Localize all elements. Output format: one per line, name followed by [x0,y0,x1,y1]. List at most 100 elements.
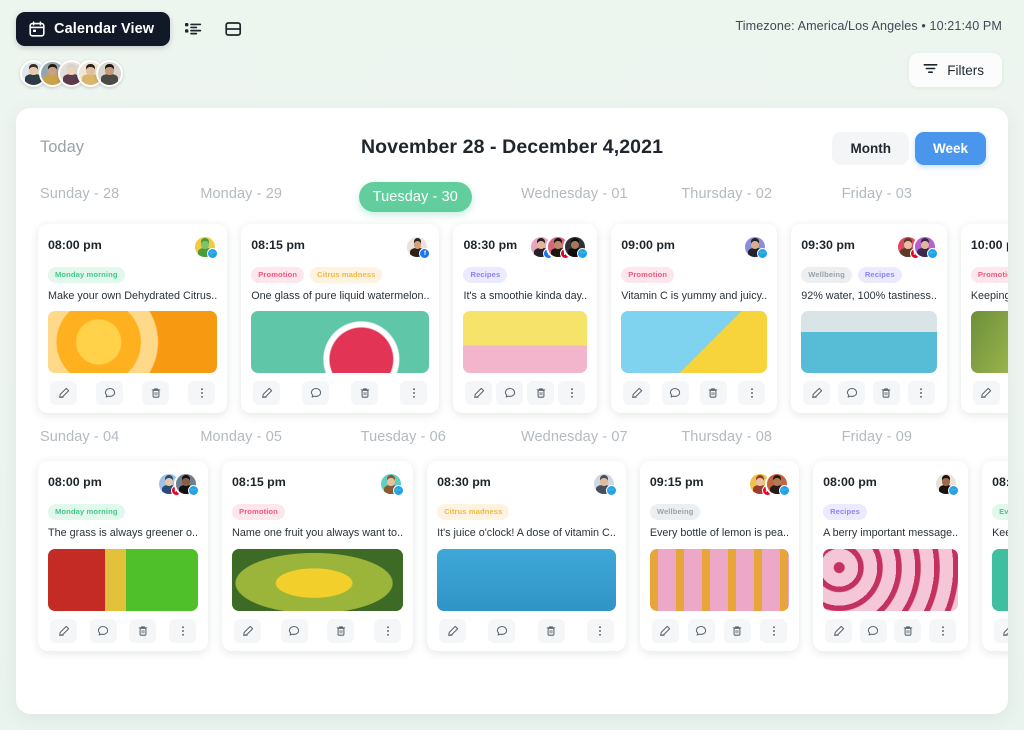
day-header[interactable]: Thursday - 02 [679,170,825,220]
edit-button[interactable] [623,381,651,406]
tag[interactable]: Wellbeing [649,504,701,521]
comment-button[interactable] [89,618,117,643]
post-card[interactable]: 08:15 pm f Promotion Citrus madness One glas… [241,224,440,414]
more-options-button[interactable] [929,618,957,643]
post-card[interactable]: 08:30 pm 🐦 Citrus madness It's juice o'cloc… [427,461,626,651]
tag[interactable]: Evergreen [992,504,1008,521]
social-account-avatars[interactable]: f [405,235,431,259]
delete-button[interactable] [129,618,157,643]
post-card[interactable]: 08:00 pm P 🐦 Monday morning The grass is alw… [38,461,209,651]
tag[interactable]: Monday morning [48,267,125,283]
day-header[interactable]: Sunday - 28 [38,170,184,220]
social-account-avatars[interactable]: f P 🐦 [529,235,589,259]
more-options-button[interactable] [738,381,766,406]
social-account-avatars[interactable]: 🐦 [193,235,219,259]
day-header[interactable]: Monday - 29 [198,170,344,220]
post-card[interactable]: 09:30 pm P 🐦 Wellbeing Recipes 92% water, 100… [791,224,947,414]
tag[interactable]: Citrus madness [310,267,383,283]
post-card[interactable]: 08:00 pm 🐦 Recipes A berry important messag… [813,461,969,651]
delete-button[interactable] [351,381,379,406]
post-card[interactable]: 08:30 pm f P 🐦 Recipes It's a smoothie kinda … [453,224,598,414]
profile-avatar[interactable]: 🐦 [563,235,589,259]
profile-avatar[interactable]: 🐦 [591,472,617,497]
comment-button[interactable] [96,381,124,406]
calendar-view-button[interactable]: Calendar View [16,12,171,46]
delete-button[interactable] [872,381,900,406]
profile-avatar[interactable]: 🐦 [743,235,769,259]
profile-avatar[interactable]: 🐦 [174,472,200,497]
social-account-avatars[interactable]: P 🐦 [748,472,791,497]
tag[interactable]: Citrus madness [437,504,510,521]
delete-button[interactable] [699,381,727,406]
edit-button[interactable] [465,381,493,406]
list-view-button[interactable] [176,13,210,45]
social-account-avatars[interactable]: 🐦 [743,235,769,259]
day-header[interactable]: Wednesday - 01 [519,170,665,220]
tag[interactable]: Recipes [463,267,508,283]
avatar[interactable] [96,60,123,87]
profile-avatar[interactable]: 🐦 [193,235,219,259]
delete-button[interactable] [527,381,555,406]
edit-button[interactable] [972,381,1000,406]
comment-button[interactable] [496,381,524,406]
more-options-button[interactable] [374,618,402,643]
edit-button[interactable] [234,618,262,643]
comment-button[interactable] [859,618,887,643]
edit-button[interactable] [50,381,77,406]
delete-button[interactable] [142,381,170,406]
post-card[interactable]: 08:15 pm 🐦 Promotion Name one fruit you alw… [222,461,414,651]
post-card[interactable]: 09:15 pm P 🐦 Wellbeing Every bottle of lemon… [639,461,800,651]
tag[interactable]: Wellbeing [801,267,852,283]
more-options-button[interactable] [907,381,935,406]
delete-button[interactable] [537,618,565,643]
tag[interactable]: Promotion [970,267,1008,283]
post-card[interactable]: 08:00 pm 🐦 Monday morning Make your own Deh… [38,224,228,414]
day-header[interactable]: Wednesday - 07 [519,413,665,457]
tag[interactable]: Recipes [857,267,902,283]
profile-avatar[interactable]: f [405,235,431,259]
board-view-button[interactable] [216,13,250,45]
more-options-button[interactable] [188,381,216,406]
edit-button[interactable] [651,618,679,643]
profile-avatar[interactable]: 🐦 [934,472,960,497]
social-account-avatars[interactable]: 🐦 [591,472,617,497]
social-account-avatars[interactable]: P 🐦 [895,235,938,259]
month-toggle-button[interactable]: Month [832,132,909,165]
comment-button[interactable] [280,618,308,643]
post-card[interactable]: 08:00 pm◉P🐦 EvergreenBranded Content Keepi… [982,461,1008,651]
social-account-avatars[interactable]: P 🐦 [157,472,200,497]
profile-avatar[interactable]: 🐦 [912,235,938,259]
edit-button[interactable] [803,381,831,406]
day-header[interactable]: Friday - 03 [840,170,986,220]
day-header[interactable]: Friday - 09 [840,413,986,457]
tag[interactable]: Promotion [251,267,305,283]
more-options-button[interactable] [586,618,614,643]
post-card[interactable]: 09:00 pm 🐦 Promotion Vitamin C is yummy and… [611,224,778,414]
tag[interactable]: Recipes [823,504,867,521]
comment-button[interactable] [687,618,715,643]
more-options-button[interactable] [558,381,586,406]
profile-avatar[interactable]: 🐦 [765,472,791,497]
edit-button[interactable] [825,618,853,643]
comment-button[interactable] [302,381,330,406]
social-account-avatars[interactable]: 🐦 [379,472,405,497]
profile-avatar[interactable]: 🐦 [379,472,405,497]
comment-button[interactable] [661,381,689,406]
edit-button[interactable] [439,618,467,643]
more-options-button[interactable] [400,381,428,406]
team-avatars[interactable] [16,60,1002,87]
day-header[interactable]: Thursday - 08 [679,413,825,457]
delete-button[interactable] [723,618,751,643]
tag[interactable]: Promotion [621,267,675,283]
day-header[interactable]: Tuesday - 06 [359,413,505,457]
day-header-today[interactable]: Tuesday - 30 [358,182,472,212]
edit-button[interactable] [50,618,77,643]
tag[interactable]: Monday morning [48,504,125,521]
more-options-button[interactable] [169,618,197,643]
more-options-button[interactable] [760,618,788,643]
delete-button[interactable] [327,618,355,643]
social-account-avatars[interactable]: 🐦 [934,472,960,497]
edit-button[interactable] [994,618,1008,643]
tag[interactable]: Promotion [232,504,285,521]
day-header[interactable]: Sunday - 04 [38,413,184,457]
